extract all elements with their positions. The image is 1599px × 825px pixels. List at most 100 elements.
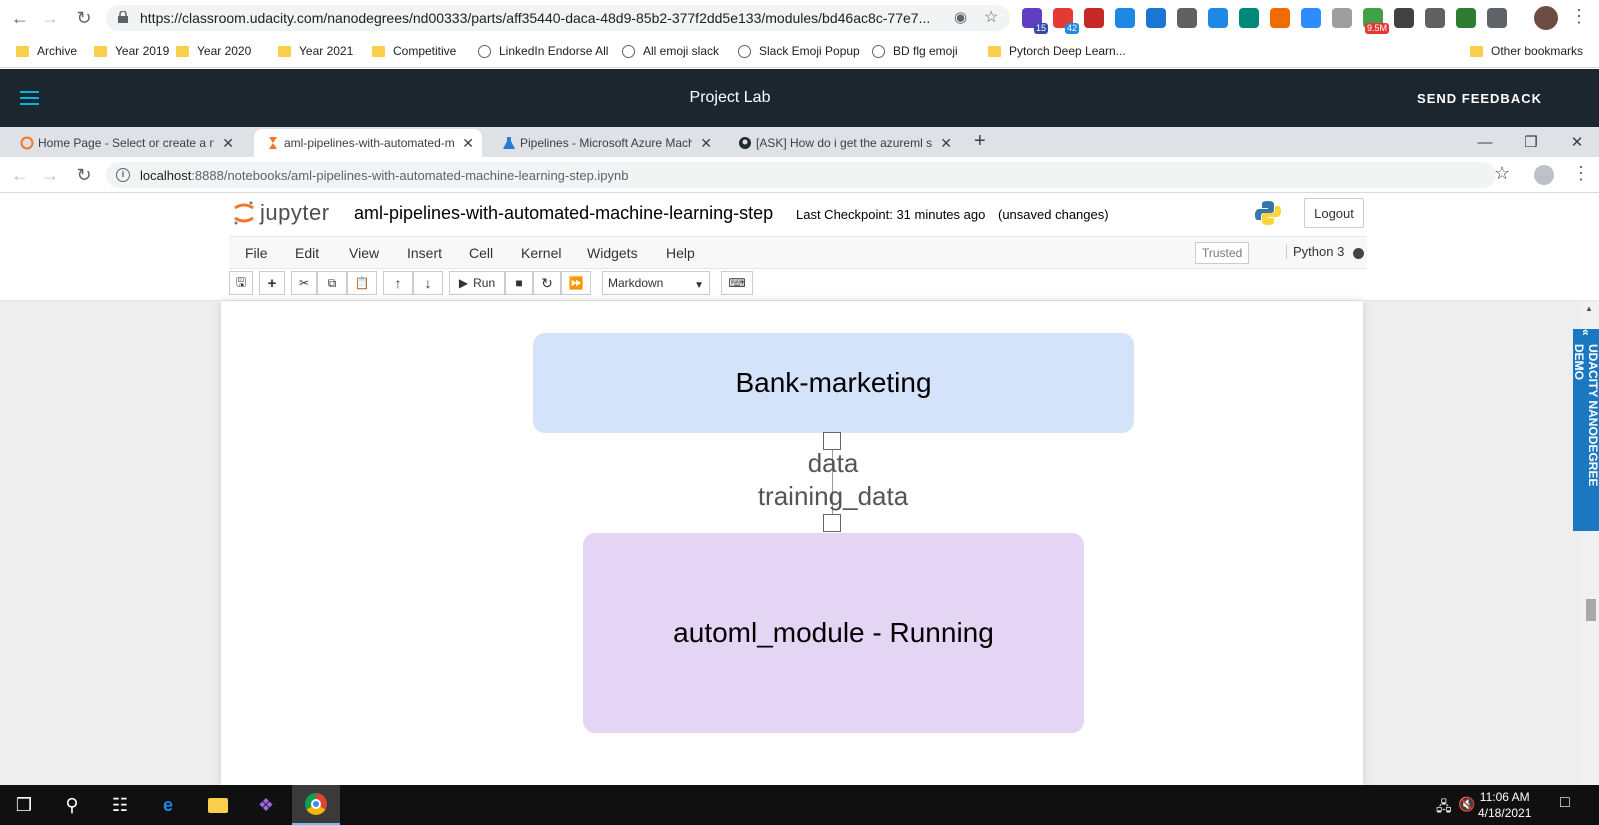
inner-address-bar[interactable]: i localhost:8888/notebooks/aml-pipelines… (106, 162, 1496, 188)
puzzle-icon[interactable] (1487, 8, 1507, 28)
pipeline-node-bank-marketing[interactable]: Bank-marketing (533, 333, 1134, 433)
menu-insert[interactable]: Insert (407, 245, 442, 261)
tab-azure-pipelines[interactable]: Pipelines - Microsoft Azure Machine Lear… (490, 129, 720, 157)
close-icon[interactable]: ✕ (700, 135, 712, 152)
tab-github-ask[interactable]: [ASK] How do i get the azureml sdk ✕ (726, 129, 960, 157)
stop-icon[interactable]: ■ (505, 271, 533, 295)
forward-icon[interactable]: → (36, 161, 64, 189)
browser-menu-icon[interactable]: ⋮ (1572, 163, 1590, 184)
back-icon[interactable]: ← (6, 161, 34, 189)
move-down-icon[interactable]: ↓ (413, 271, 443, 295)
menu-help[interactable]: Help (666, 245, 695, 261)
meter-icon[interactable]: 9.5M (1363, 8, 1389, 34)
edge-browser-icon[interactable]: e (144, 785, 192, 825)
star-icon[interactable]: ☆ (984, 7, 998, 27)
logout-button[interactable]: Logout (1304, 198, 1364, 228)
graduation-cap-icon[interactable]: 15 (1022, 8, 1048, 34)
calendar-icon[interactable]: 42 (1053, 8, 1079, 34)
minimize-icon[interactable]: — (1462, 128, 1508, 156)
shield-icon[interactable] (1332, 8, 1352, 28)
close-icon[interactable]: ✕ (222, 135, 234, 152)
code-icon[interactable] (1394, 8, 1414, 28)
forward-icon[interactable]: → (36, 4, 64, 32)
profile-icon[interactable] (1534, 165, 1554, 185)
copy-icon[interactable]: ⧉ (317, 271, 347, 295)
window-icon[interactable] (1146, 8, 1166, 28)
outer-address-bar[interactable]: https://classroom.udacity.com/nanodegree… (106, 5, 1010, 31)
eye-icon[interactable]: ◉ (954, 8, 967, 26)
app-icon[interactable]: ❖ (242, 785, 290, 825)
bike-icon[interactable] (1425, 8, 1445, 28)
other-bookmarks[interactable]: Other bookmarks (1470, 44, 1583, 58)
pipeline-node-automl-module[interactable]: automl_module - Running (583, 533, 1084, 733)
udacity-demo-side-tab[interactable]: « UDACITY NANODEGREE DEMO (1572, 329, 1599, 531)
zoom-icon[interactable] (1301, 8, 1321, 28)
tab-home-page[interactable]: Home Page - Select or create a notebook … (8, 129, 242, 157)
bookmark-item[interactable]: LinkedIn Endorse All (478, 44, 608, 58)
tab-aml-pipelines[interactable]: aml-pipelines-with-automated-machine-lea… (254, 129, 482, 157)
menu-kernel[interactable]: Kernel (521, 245, 561, 261)
bookmark-item[interactable]: Year 2020 (176, 44, 251, 58)
restore-icon[interactable]: ❐ (1508, 128, 1554, 156)
chrome-icon[interactable] (292, 785, 340, 825)
start-icon[interactable]: ❒ (0, 785, 48, 825)
cell-type-select[interactable]: Markdown ▼ (602, 271, 710, 295)
save-icon[interactable]: 🖫 (229, 271, 253, 295)
volume-muted-icon[interactable]: 🔇 (1458, 796, 1475, 813)
input-port[interactable] (823, 514, 841, 532)
keyboard-icon[interactable]: ⌨ (721, 271, 753, 295)
fast-forward-icon[interactable]: ⏩ (561, 271, 591, 295)
bookmark-item[interactable]: BD flg emoji (872, 44, 958, 58)
menu-edit[interactable]: Edit (295, 245, 319, 261)
new-tab-icon[interactable]: + (974, 130, 986, 153)
trusted-indicator[interactable]: Trusted (1195, 242, 1250, 264)
close-icon[interactable]: ✕ (462, 135, 474, 152)
run-button[interactable]: ▶ Run (449, 271, 505, 295)
bookmark-item[interactable]: All emoji slack (622, 44, 719, 58)
menu-file[interactable]: File (245, 245, 268, 261)
star-icon[interactable]: ☆ (1494, 163, 1510, 184)
check-icon[interactable] (1456, 8, 1476, 28)
bookmark-item[interactable]: Competitive (372, 44, 456, 58)
bookmark-item[interactable]: Year 2019 (94, 44, 169, 58)
menu-cell[interactable]: Cell (469, 245, 493, 261)
back-icon[interactable]: ← (6, 4, 34, 32)
close-window-icon[interactable]: ✕ (1554, 128, 1599, 156)
close-icon[interactable]: ✕ (940, 135, 952, 152)
reload-icon[interactable]: ↻ (70, 4, 98, 32)
camera-icon[interactable] (1177, 8, 1197, 28)
drop-icon[interactable] (1208, 8, 1228, 28)
bookmark-item[interactable]: Archive (16, 44, 77, 58)
network-icon[interactable]: 🖧 (1436, 796, 1452, 820)
kernel-name[interactable]: Python 3 (1286, 244, 1344, 259)
orange-ext-icon[interactable] (1270, 8, 1290, 28)
profile-avatar[interactable] (1534, 6, 1558, 30)
move-up-icon[interactable]: ↑ (383, 271, 413, 295)
refresh-ext-icon[interactable] (1239, 8, 1259, 28)
notebook-name[interactable]: aml-pipelines-with-automated-machine-lea… (354, 203, 773, 224)
bookmark-item[interactable]: Slack Emoji Popup (738, 44, 860, 58)
restart-icon[interactable]: ↻ (533, 271, 561, 295)
menu-widgets[interactable]: Widgets (587, 245, 638, 261)
system-clock[interactable]: 11:06 AM 4/18/2021 (1478, 789, 1531, 821)
bookmark-item[interactable]: Year 2021 (278, 44, 353, 58)
bookmark-icon[interactable] (1084, 8, 1104, 28)
task-view-icon[interactable]: ☷ (96, 785, 144, 825)
scroll-up-icon[interactable]: ▲ (1585, 304, 1593, 313)
bookmark-item[interactable]: Pytorch Deep Learn... (988, 44, 1126, 58)
cut-icon[interactable]: ✂ (291, 271, 317, 295)
search-icon[interactable]: ⚲ (48, 785, 96, 825)
scroll-thumb[interactable] (1586, 599, 1596, 621)
chrome-menu-icon[interactable]: ⋮ (1570, 6, 1588, 27)
menu-view[interactable]: View (349, 245, 379, 261)
notifications-icon[interactable]: □ (1560, 794, 1570, 812)
jupyter-logo[interactable]: jupyter (232, 199, 330, 227)
translate-icon[interactable] (1115, 8, 1135, 28)
file-explorer-icon[interactable] (194, 785, 242, 825)
paste-icon[interactable]: 📋 (347, 271, 377, 295)
reload-icon[interactable]: ↻ (70, 161, 98, 189)
info-icon[interactable]: i (116, 168, 130, 182)
insert-cell-icon[interactable]: + (259, 271, 285, 295)
windows-taskbar: ❒ ⚲ ☷ e ❖ 🖧 🔇 11:06 AM 4/18/2021 □ (0, 785, 1599, 825)
send-feedback-button[interactable]: SEND FEEDBACK (1417, 91, 1542, 106)
